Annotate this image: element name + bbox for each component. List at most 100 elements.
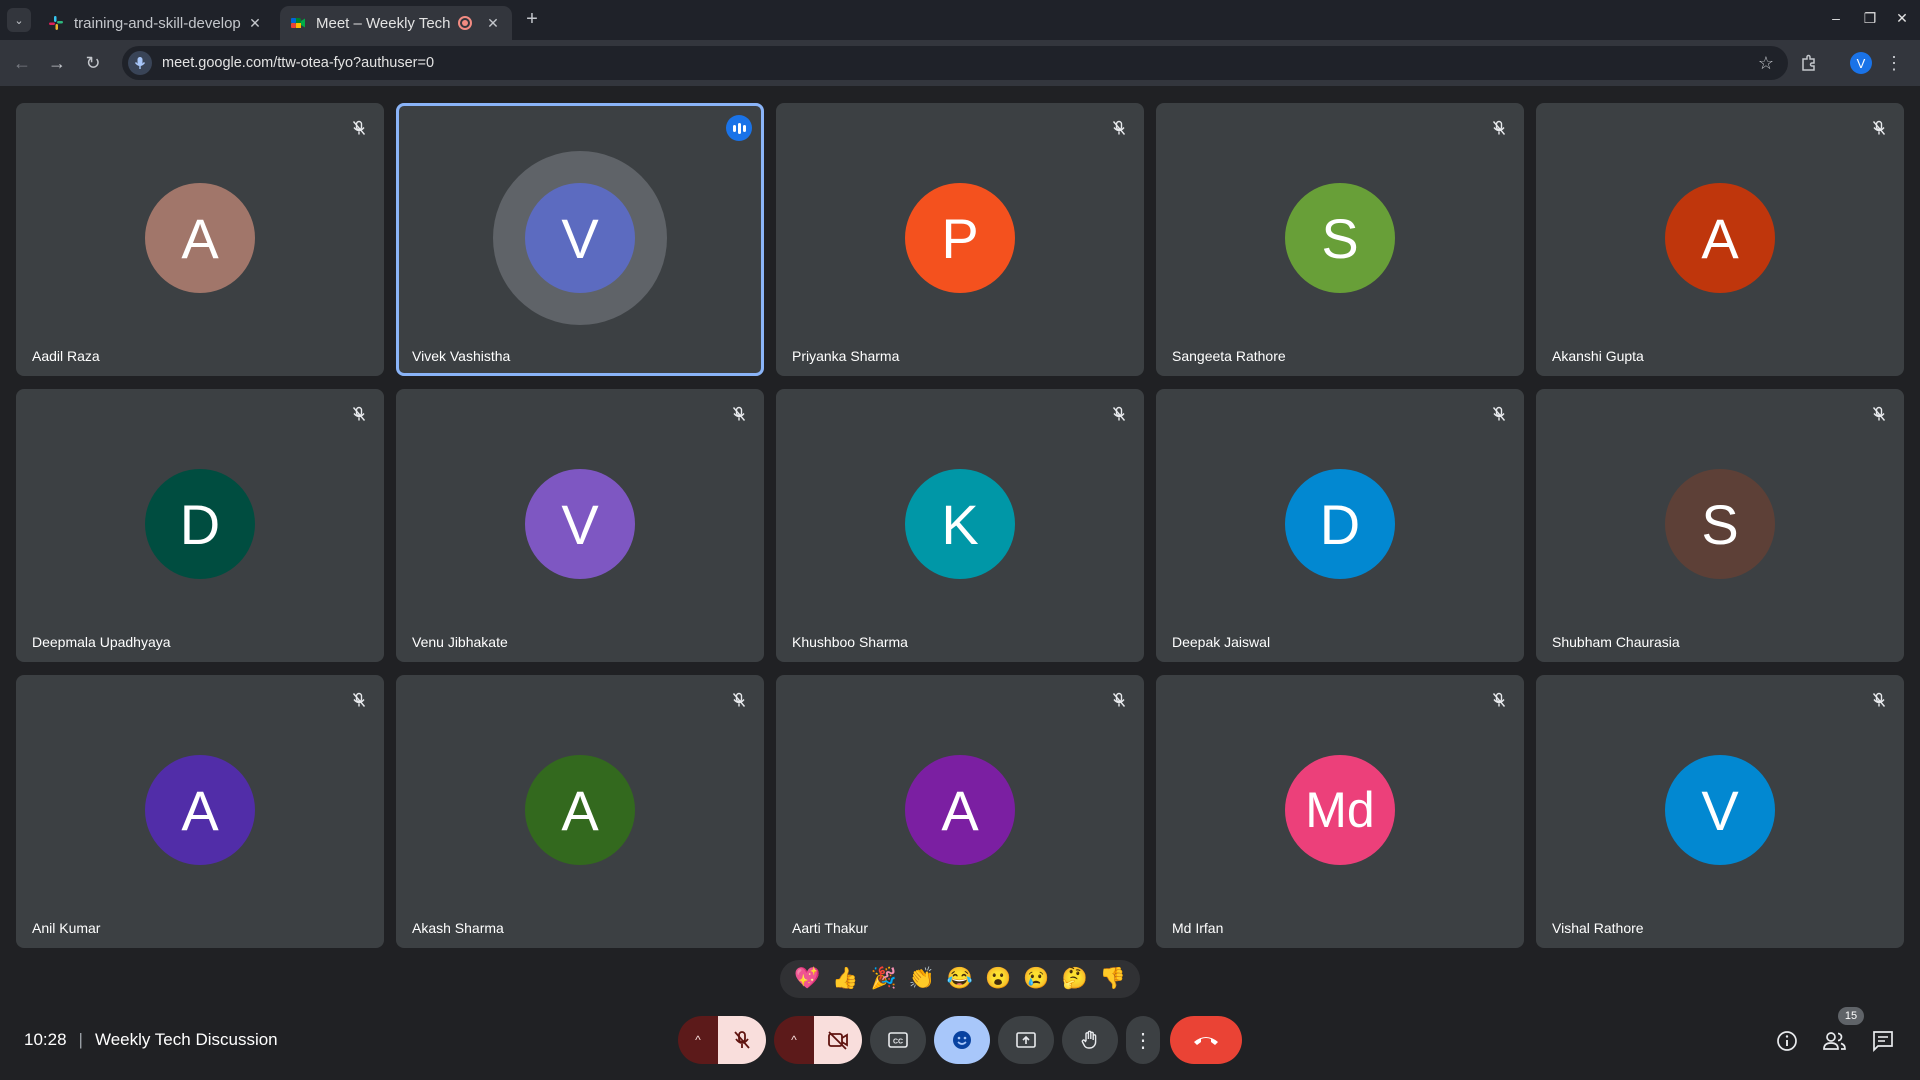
mic-toggle-button[interactable] (718, 1016, 766, 1064)
participant-name: Shubham Chaurasia (1552, 634, 1680, 650)
tab-training[interactable]: training-and-skill-develop ✕ (38, 6, 274, 40)
camera-options-button[interactable]: ^ (774, 1016, 814, 1064)
avatar-container: V (1665, 755, 1775, 865)
close-icon[interactable]: ✕ (484, 15, 502, 32)
mic-off-icon (734, 1031, 750, 1049)
bookmark-star-icon[interactable]: ☆ (1758, 53, 1774, 74)
new-tab-button[interactable]: + (520, 8, 544, 32)
mic-options-button[interactable]: ^ (678, 1016, 718, 1064)
reaction-emoji-button[interactable]: 😢 (1023, 967, 1049, 991)
participant-name: Venu Jibhakate (412, 634, 508, 650)
participant-tile[interactable]: A Aadil Raza (16, 103, 384, 376)
speaking-indicator-icon (726, 115, 752, 141)
mic-icon (134, 57, 146, 69)
participant-tile[interactable]: V Venu Jibhakate (396, 389, 764, 662)
reactions-bar: 💖 👍 🎉 👏 😂 😮 😢 🤔 👎 (780, 960, 1140, 998)
avatar: A (145, 755, 255, 865)
browser-tabstrip: ⌄ training-and-skill-develop ✕ Meet – We… (0, 0, 1920, 40)
meeting-details: 10:28 | Weekly Tech Discussion (24, 1030, 278, 1050)
meeting-info-button[interactable] (1774, 1028, 1800, 1054)
participant-name: Akash Sharma (412, 920, 504, 936)
participant-tile[interactable]: Md Md Irfan (1156, 675, 1524, 948)
slack-icon (49, 16, 63, 30)
extensions-icon[interactable] (1796, 51, 1822, 75)
browser-toolbar: ← → ↻ meet.google.com/ttw-otea-fyo?authu… (0, 40, 1920, 86)
reaction-emoji-button[interactable]: 👍 (832, 967, 858, 991)
mic-off-icon (1868, 403, 1890, 425)
chat-button[interactable] (1870, 1028, 1896, 1054)
emoji-icon (953, 1031, 971, 1049)
close-window-icon[interactable]: ✕ (1892, 10, 1912, 27)
tab-title: Meet – Weekly Tech D (316, 14, 452, 32)
recording-icon (458, 16, 472, 30)
chat-icon (1873, 1031, 1893, 1053)
restore-icon[interactable]: ❐ (1860, 10, 1880, 27)
mic-off-icon (1868, 689, 1890, 711)
tab-meet[interactable]: Meet – Weekly Tech D ✕ (280, 6, 512, 40)
captions-button[interactable]: CC (870, 1016, 926, 1064)
participant-tile[interactable]: S Sangeeta Rathore (1156, 103, 1524, 376)
participant-tile[interactable]: S Shubham Chaurasia (1536, 389, 1904, 662)
browser-menu-icon[interactable]: ⋮ (1884, 51, 1904, 75)
mic-off-icon (1108, 689, 1130, 711)
participant-tile[interactable]: D Deepak Jaiswal (1156, 389, 1524, 662)
participant-tile[interactable]: P Priyanka Sharma (776, 103, 1144, 376)
participant-tile[interactable]: V Vishal Rathore (1536, 675, 1904, 948)
participant-name: Vivek Vashistha (412, 348, 511, 364)
present-button[interactable] (998, 1016, 1054, 1064)
more-options-button[interactable]: ⋮ (1126, 1016, 1160, 1064)
participant-tile[interactable]: A Aarti Thakur (776, 675, 1144, 948)
mic-off-icon (348, 403, 370, 425)
meet-icon (291, 18, 305, 28)
participant-name: Anil Kumar (32, 920, 101, 936)
emoji-reactions-button[interactable] (934, 1016, 990, 1064)
mic-off-icon (348, 117, 370, 139)
participant-name: Aadil Raza (32, 348, 100, 364)
participant-name: Deepmala Upadhyaya (32, 634, 171, 650)
avatar: A (1665, 183, 1775, 293)
people-button[interactable] (1822, 1028, 1848, 1054)
reaction-emoji-button[interactable]: 🤔 (1062, 967, 1088, 991)
participant-tile[interactable]: V Vivek Vashistha (396, 103, 764, 376)
participant-tile[interactable]: D Deepmala Upadhyaya (16, 389, 384, 662)
url-text: meet.google.com/ttw-otea-fyo?authuser=0 (162, 55, 435, 71)
reload-icon[interactable]: ↻ (81, 51, 105, 75)
mic-off-icon (1488, 117, 1510, 139)
participant-name: Sangeeta Rathore (1172, 348, 1286, 364)
camera-toggle-button[interactable] (814, 1016, 862, 1064)
reaction-emoji-button[interactable]: 😂 (947, 967, 973, 991)
participant-name: Priyanka Sharma (792, 348, 900, 364)
avatar: D (145, 469, 255, 579)
participant-tile[interactable]: A Akanshi Gupta (1536, 103, 1904, 376)
close-icon[interactable]: ✕ (246, 15, 264, 32)
participant-tile[interactable]: K Khushboo Sharma (776, 389, 1144, 662)
mic-off-icon (1108, 117, 1130, 139)
meeting-controls-bar: 10:28 | Weekly Tech Discussion ^ ^ CC ⋮ (0, 1010, 1920, 1070)
back-icon[interactable]: ← (10, 51, 34, 75)
mic-off-icon (1868, 117, 1890, 139)
site-info-icon[interactable] (128, 51, 152, 75)
reaction-emoji-button[interactable]: 👎 (1100, 967, 1126, 991)
mic-off-icon (1488, 403, 1510, 425)
avatar: S (1285, 183, 1395, 293)
reaction-emoji-button[interactable]: 😮 (985, 967, 1011, 991)
reaction-emoji-button[interactable]: 🎉 (870, 967, 896, 991)
participant-tile[interactable]: A Akash Sharma (396, 675, 764, 948)
participant-name: Md Irfan (1172, 920, 1224, 936)
avatar-container: P (905, 183, 1015, 293)
address-bar[interactable]: meet.google.com/ttw-otea-fyo?authuser=0 … (122, 46, 1788, 80)
avatar: K (905, 469, 1015, 579)
reaction-emoji-button[interactable]: 💖 (794, 967, 820, 991)
raise-hand-button[interactable] (1062, 1016, 1118, 1064)
forward-icon[interactable]: → (45, 51, 69, 75)
profile-avatar[interactable]: V (1848, 51, 1874, 75)
reaction-emoji-button[interactable]: 👏 (909, 967, 935, 991)
avatar: V (525, 183, 635, 293)
participant-tile[interactable]: A Anil Kumar (16, 675, 384, 948)
leave-call-button[interactable] (1170, 1016, 1242, 1064)
avatar: A (905, 755, 1015, 865)
minimize-icon[interactable]: – (1826, 10, 1846, 26)
tab-search-button[interactable]: ⌄ (7, 8, 31, 32)
avatar: V (1665, 755, 1775, 865)
avatar-container: V (493, 151, 667, 325)
